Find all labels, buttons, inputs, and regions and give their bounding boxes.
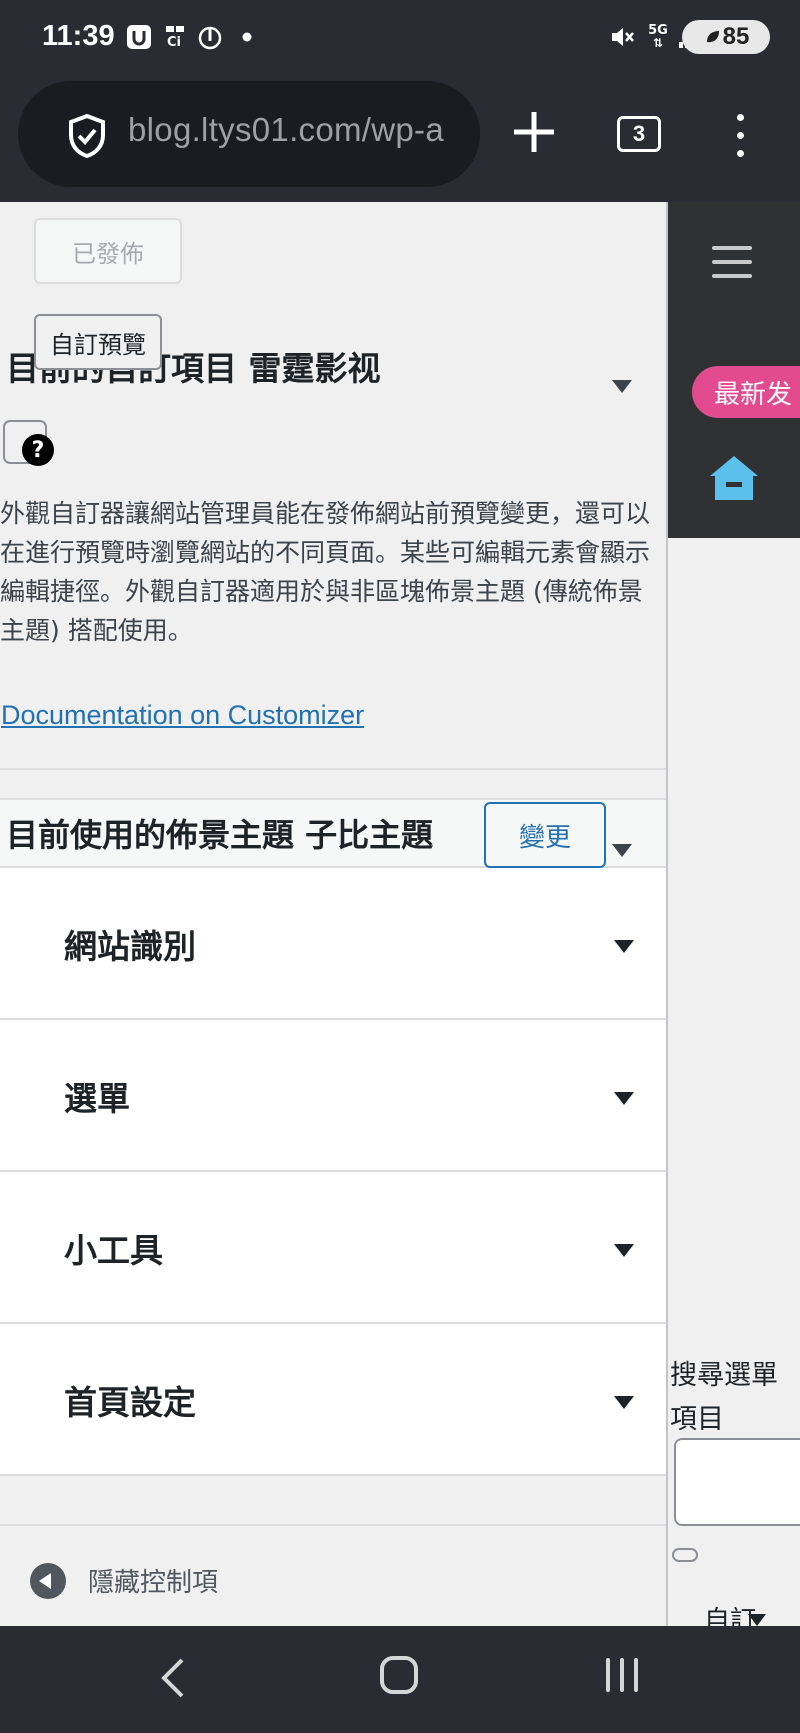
battery-icon: 85: [682, 20, 770, 54]
change-theme-button[interactable]: 變更: [484, 802, 606, 868]
expand-arrow-icon: [614, 1092, 634, 1105]
dropdown-arrow-icon[interactable]: [748, 1614, 766, 1626]
published-button[interactable]: 已發佈: [34, 218, 182, 284]
dot-icon: [240, 22, 254, 52]
mute-icon: [608, 22, 636, 52]
back-icon[interactable]: [158, 1656, 188, 1704]
help-question-icon[interactable]: ?: [22, 434, 54, 466]
url-text[interactable]: blog.ltys01.com/wp-a: [128, 111, 444, 149]
theme-toggle-icon[interactable]: [612, 844, 632, 857]
tab-count: 3: [632, 121, 646, 146]
more-vert-icon[interactable]: [730, 114, 750, 160]
active-theme-title: 目前使用的佈景主題 子比主題: [6, 816, 434, 854]
recent-apps-icon[interactable]: [606, 1658, 638, 1692]
system-nav-bar: [0, 1626, 800, 1733]
collapse-arrow-icon: [30, 1562, 66, 1599]
screen: 11:39 Ci 5G ⇅ 85 blog.ltys01.com/wp-a 3 …: [0, 0, 800, 1733]
active-theme-row: 目前使用的佈景主題 子比主題 變更: [0, 798, 666, 868]
section-label: 小工具: [64, 1231, 163, 1270]
hide-controls-label: 隱藏控制項: [88, 1568, 219, 1598]
url-fade: [440, 81, 480, 187]
documentation-link[interactable]: Documentation on Customizer: [1, 700, 364, 731]
status-bar: 11:39 Ci 5G ⇅ 85: [0, 0, 800, 76]
expand-arrow-icon: [614, 1244, 634, 1257]
expand-arrow-icon: [614, 940, 634, 953]
small-toggle[interactable]: [672, 1548, 698, 1562]
section-menus[interactable]: 選單: [0, 1020, 666, 1172]
tab-switcher-button[interactable]: 3: [617, 116, 661, 152]
address-bar[interactable]: blog.ltys01.com/wp-a: [18, 81, 480, 187]
hamburger-menu-icon[interactable]: [712, 246, 752, 288]
section-label: 選單: [64, 1079, 130, 1118]
home-button-icon[interactable]: [380, 1656, 418, 1694]
divider: [0, 768, 666, 770]
site-preview: 最新发 搜尋選單項目 自訂: [666, 202, 800, 1626]
shield-check-icon[interactable]: [66, 113, 108, 163]
arrows-icon: ⇅: [652, 36, 664, 50]
latest-pill[interactable]: 最新发: [692, 366, 800, 418]
preview-header: 最新发: [668, 202, 800, 538]
ci-icon: Ci: [164, 22, 186, 52]
network-5g-icon: 5G ⇅: [646, 22, 670, 52]
search-menu-items-input[interactable]: [674, 1438, 800, 1526]
customizer-panel: 已發佈 目前的自訂項目 雷霆影视 自訂預覽 ? 外觀自訂器讓網站管理員能在發佈網…: [0, 202, 666, 1626]
expand-arrow-icon: [614, 1396, 634, 1409]
u-app-icon: [126, 22, 152, 52]
preview-tooltip: 自訂預覽: [34, 314, 162, 370]
flame-icon: [198, 22, 222, 52]
section-homepage-settings[interactable]: 首頁設定: [0, 1324, 666, 1476]
new-tab-plus-icon[interactable]: [508, 106, 560, 158]
customizer-description: 外觀自訂器讓網站管理員能在發佈網站前預覽變更，還可以在進行預覽時瀏覽網站的不同頁…: [0, 499, 651, 645]
section-widgets[interactable]: 小工具: [0, 1172, 666, 1324]
svg-text:Ci: Ci: [167, 35, 181, 50]
home-icon[interactable]: [706, 452, 762, 508]
battery-level: 85: [722, 23, 750, 50]
info-toggle-icon[interactable]: [612, 380, 632, 393]
status-time: 11:39: [42, 20, 115, 52]
search-menu-items-label: 搜尋選單項目: [670, 1360, 778, 1435]
section-site-identity[interactable]: 網站識別: [0, 868, 666, 1020]
section-label: 網站識別: [64, 927, 196, 966]
footer-divider: [0, 1524, 666, 1526]
section-label: 首頁設定: [64, 1383, 196, 1422]
browser-toolbar: blog.ltys01.com/wp-a 3: [0, 76, 800, 202]
hide-controls-button[interactable]: 隱藏控制項: [30, 1562, 218, 1599]
